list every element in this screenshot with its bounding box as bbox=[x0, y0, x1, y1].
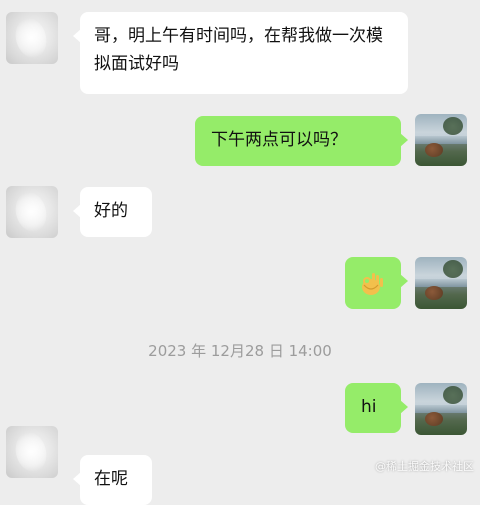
my-avatar[interactable] bbox=[415, 114, 467, 166]
avatar-tree bbox=[443, 260, 463, 278]
avatar-bush bbox=[425, 143, 443, 157]
message-bubble-outgoing[interactable] bbox=[345, 257, 408, 309]
chat-window: 哥，明上午有时间吗，在帮我做一次模拟面试好吗 下午两点可以吗？ 好的 2023 … bbox=[0, 0, 480, 505]
avatar-bush bbox=[425, 412, 443, 426]
message-bubble-incoming[interactable]: 好的 bbox=[73, 187, 152, 237]
avatar-water bbox=[415, 279, 467, 287]
message-text: 哥，明上午有时间吗，在帮我做一次模拟面试好吗 bbox=[94, 26, 383, 74]
contact-avatar[interactable] bbox=[6, 426, 58, 478]
avatar-tree bbox=[443, 117, 463, 135]
message-text: 下午两点可以吗？ bbox=[211, 130, 347, 150]
message-bubble-outgoing[interactable]: hi bbox=[345, 383, 408, 433]
my-avatar[interactable] bbox=[415, 257, 467, 309]
avatar-image bbox=[11, 428, 51, 476]
avatar-water bbox=[415, 136, 467, 144]
avatar-water bbox=[415, 405, 467, 413]
message-bubble-incoming[interactable]: 在呢 bbox=[73, 455, 152, 505]
message-text: 好的 bbox=[94, 201, 128, 221]
avatar-bush bbox=[425, 286, 443, 300]
avatar-image bbox=[11, 14, 51, 62]
watermark: @稀土掘金技术社区 bbox=[375, 460, 474, 473]
my-avatar[interactable] bbox=[415, 383, 467, 435]
contact-avatar[interactable] bbox=[6, 12, 58, 64]
contact-avatar[interactable] bbox=[6, 186, 58, 238]
ok-hand-icon bbox=[357, 269, 385, 297]
avatar-image bbox=[11, 188, 51, 236]
message-text: hi bbox=[361, 397, 377, 417]
avatar-tree bbox=[443, 386, 463, 404]
message-bubble-outgoing[interactable]: 下午两点可以吗？ bbox=[195, 116, 408, 166]
message-timestamp: 2023 年 12月28 日 14:00 bbox=[148, 342, 332, 360]
message-bubble-incoming[interactable]: 哥，明上午有时间吗，在帮我做一次模拟面试好吗 bbox=[73, 12, 408, 94]
message-text: 在呢 bbox=[94, 469, 128, 489]
